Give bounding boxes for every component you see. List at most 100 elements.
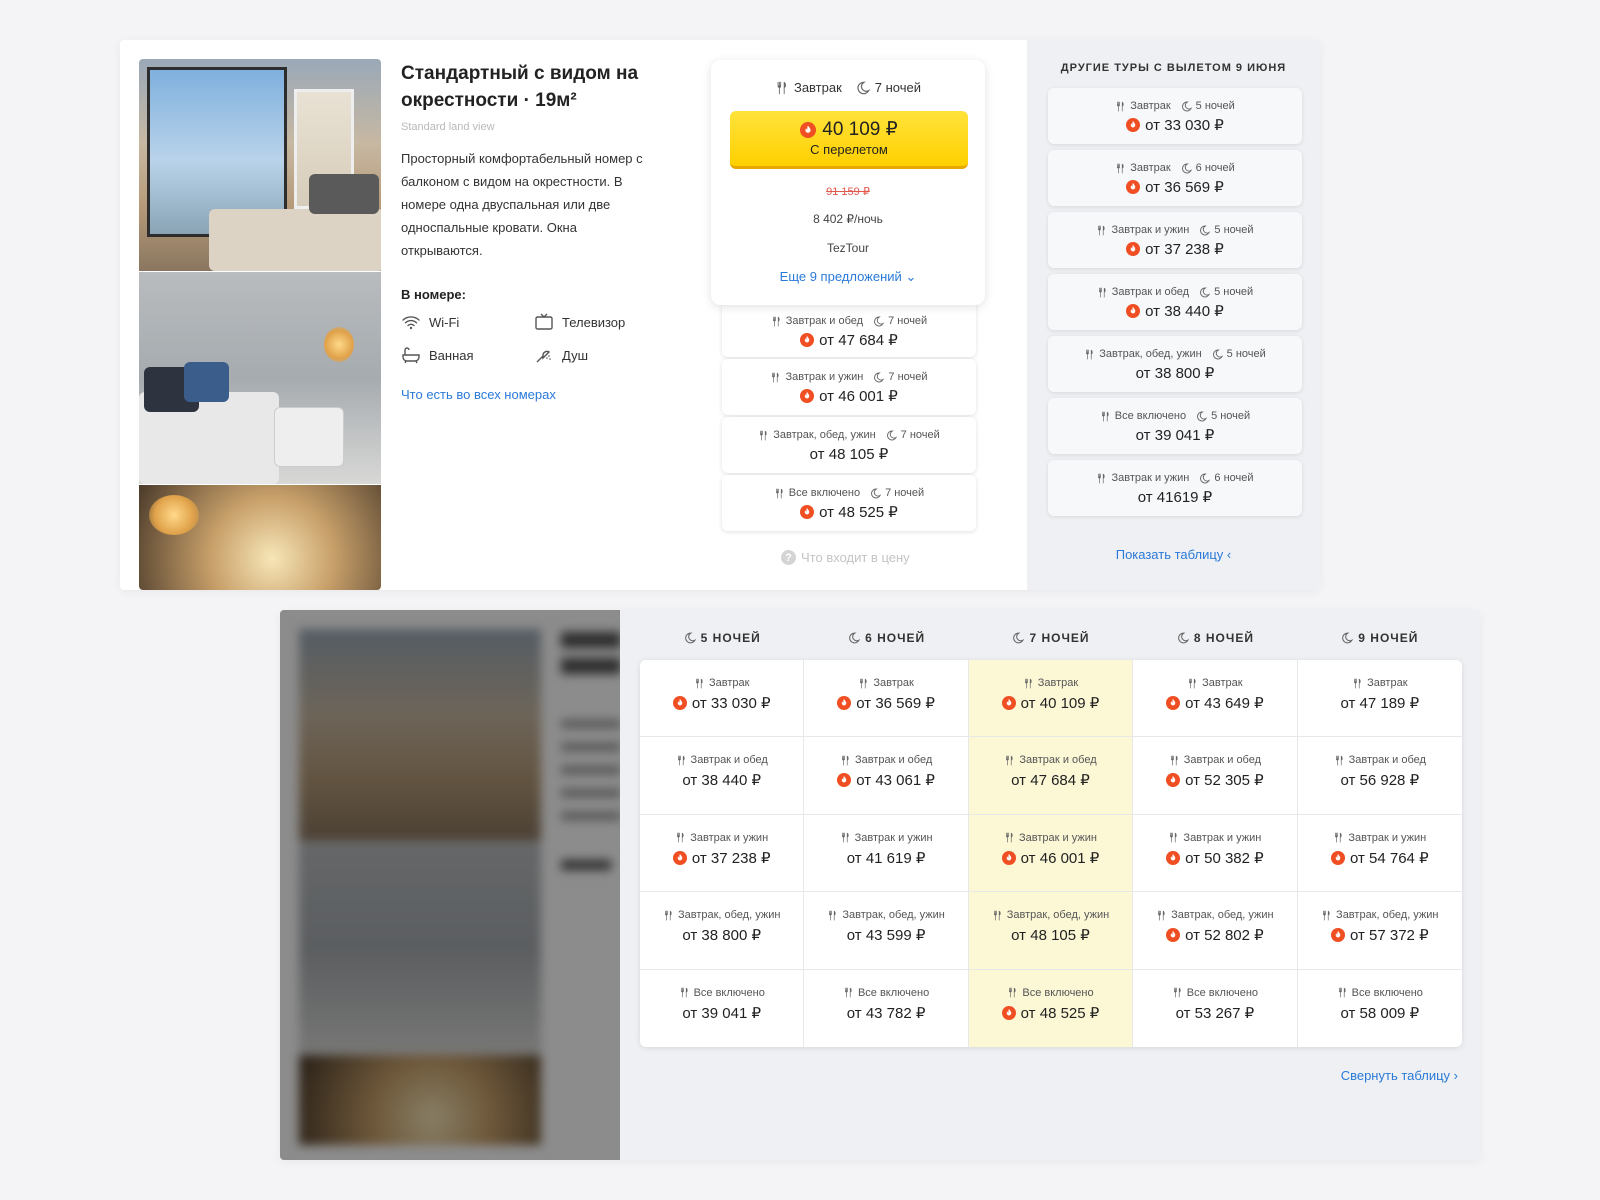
price-cell[interactable]: Все включено от 53 267 ₽ — [1133, 969, 1298, 1047]
amenity-label: Телевизор — [562, 314, 626, 330]
nights-header: 8 НОЧЕЙ — [1133, 631, 1297, 645]
price-cell[interactable]: Завтрак, обед, ужин от 52 802 ₽ — [1133, 892, 1298, 970]
moon-icon — [856, 81, 870, 95]
offer-price: от 46 001 ₽ — [819, 388, 898, 405]
tour-price: от 39 041 ₽ — [1135, 427, 1215, 444]
meal-icon — [992, 910, 1003, 921]
meal-label: Завтрак и обед — [1348, 754, 1426, 767]
cell-price: от 33 030 ₽ — [691, 695, 771, 712]
price-cell[interactable]: Завтрак и обед от 38 440 ₽ — [640, 737, 805, 815]
price-cell[interactable]: Завтрак и ужин от 54 764 ₽ — [1297, 815, 1462, 893]
other-tour-card[interactable]: Завтрак, обед, ужин 5 ночей от 38 800 ₽ — [1048, 336, 1302, 392]
other-tour-card[interactable]: Все включено 5 ночей от 39 041 ₽ — [1048, 398, 1302, 454]
offer-card[interactable]: Завтрак и ужин 7 ночей от 46 001 ₽ — [722, 359, 976, 415]
price-cell[interactable]: Все включено от 58 009 ₽ — [1298, 970, 1462, 1047]
collapse-table-link[interactable]: Свернуть таблицу › — [1341, 1068, 1458, 1083]
meal-icon — [1337, 987, 1348, 998]
cell-price: от 36 569 ₽ — [856, 695, 935, 712]
old-price: 91 159 ₽ — [826, 186, 870, 198]
more-offers-link[interactable]: Еще 9 предложений ⌄ — [711, 269, 985, 285]
shower-icon — [536, 350, 551, 363]
whats-included-link[interactable]: ? Что входит в цену — [781, 550, 910, 565]
all-rooms-link[interactable]: Что есть во всех номерах — [401, 387, 556, 402]
nights-header: 7 НОЧЕЙ — [969, 631, 1133, 645]
room-photo-2[interactable] — [139, 272, 381, 484]
meal-label: Завтрак — [793, 80, 842, 95]
price-cell[interactable]: Завтрак от 47 189 ₽ — [1297, 660, 1462, 738]
price-cell[interactable]: Завтрак от 43 649 ₽ — [1133, 660, 1298, 738]
price-cell[interactable]: Завтрак, обед, ужин от 48 105 ₽ — [968, 892, 1134, 970]
other-tour-card[interactable]: Завтрак и ужин 5 ночей от 37 238 ₽ — [1048, 212, 1302, 268]
meal-label: Завтрак и ужин — [854, 831, 933, 844]
price-cell[interactable]: Завтрак, обед, ужин от 38 800 ₽ — [640, 892, 805, 970]
meal-icon — [679, 987, 690, 998]
meal-label: Завтрак и ужин — [1348, 831, 1427, 844]
price-cell[interactable]: Все включено от 48 525 ₽ — [968, 969, 1134, 1047]
meal-icon — [1100, 411, 1111, 422]
price-cell[interactable]: Завтрак и ужин от 46 001 ₽ — [968, 814, 1134, 893]
cell-price: от 48 105 ₽ — [1011, 927, 1090, 945]
meal-label: Все включено — [1351, 986, 1423, 999]
price-cell[interactable]: Завтрак от 33 030 ₽ — [640, 660, 805, 738]
room-photo-3[interactable] — [139, 485, 381, 590]
room-subtitle: Standard land view — [401, 121, 495, 133]
cell-price: от 43 599 ₽ — [846, 927, 926, 945]
moon-icon — [1199, 287, 1210, 298]
other-tour-card[interactable]: Завтрак и ужин 6 ночей от 41619 ₽ — [1048, 460, 1302, 516]
tour-price: от 37 238 ₽ — [1145, 241, 1224, 258]
price-cell[interactable]: Завтрак и обед от 47 684 ₽ — [968, 737, 1134, 815]
meal-label: Завтрак и ужин — [690, 831, 769, 844]
nights-label: 5 ночей — [1226, 348, 1266, 360]
other-tour-card[interactable]: Завтрак 6 ночей от 36 569 ₽ — [1048, 150, 1302, 206]
meal-icon — [775, 81, 789, 95]
price-cell[interactable]: Завтрак и ужин от 50 382 ₽ — [1133, 814, 1298, 893]
price-value: 40 109 ₽ — [822, 119, 898, 140]
hot-deal-icon — [1126, 304, 1140, 318]
room-card: Стандартный с видом на окрестности · 19м… — [120, 40, 1320, 590]
price-cell[interactable]: Завтрак, обед, ужин от 43 599 ₽ — [804, 892, 969, 970]
nights-label: 5 ночей — [1214, 286, 1254, 298]
offer-card[interactable]: Завтрак, обед, ужин 7 ночей от 48 105 ₽ — [722, 417, 976, 473]
hot-deal-icon — [837, 773, 851, 787]
other-tour-card[interactable]: Завтрак 5 ночей от 33 030 ₽ — [1048, 88, 1302, 144]
main-offer-card: Завтрак 7 ночей 40 109 ₽ С перелетом 91 … — [711, 60, 985, 305]
offer-card[interactable]: Завтрак и обед 7 ночей от 47 684 ₽ — [722, 301, 976, 357]
price-cell[interactable]: Завтрак и обед от 56 928 ₽ — [1297, 737, 1462, 815]
other-tour-card[interactable]: Завтрак и обед 5 ночей от 38 440 ₽ — [1048, 274, 1302, 330]
hot-deal-icon — [800, 122, 816, 138]
meal-icon — [1156, 910, 1167, 921]
amenity-label: Wi-Fi — [429, 314, 460, 330]
book-price-button[interactable]: 40 109 ₽ С перелетом — [730, 111, 968, 169]
price-cell[interactable]: Завтрак и ужин от 37 238 ₽ — [640, 814, 805, 893]
price-cell[interactable]: Завтрак от 36 569 ₽ — [804, 660, 969, 738]
cell-price: от 40 109 ₽ — [1020, 695, 1100, 712]
room-photos[interactable] — [139, 59, 381, 590]
meal-icon — [1004, 755, 1015, 766]
price-cell[interactable]: Все включено от 43 782 ₽ — [804, 969, 969, 1047]
price-cell[interactable]: Завтрак от 40 109 ₽ — [968, 660, 1134, 738]
show-table-link[interactable]: Показать таблицу ‹ — [1027, 547, 1320, 562]
nights-label: 7 ночей — [885, 487, 925, 499]
room-photo-1[interactable] — [139, 59, 381, 271]
price-cell[interactable]: Все включено от 39 041 ₽ — [640, 969, 805, 1047]
cell-price: от 47 189 ₽ — [1340, 695, 1420, 712]
meal-label: Завтрак и обед — [1019, 754, 1097, 767]
price-cell[interactable]: Завтрак и ужин от 41 619 ₽ — [804, 814, 969, 893]
cell-price: от 47 684 ₽ — [1011, 772, 1090, 790]
offer-card[interactable]: Все включено 7 ночей от 48 525 ₽ — [722, 475, 976, 531]
price-cell[interactable]: Завтрак и обед от 52 305 ₽ — [1133, 737, 1298, 815]
more-offers-label: Еще 9 предложений — [779, 269, 902, 284]
nights-header-row: 5 НОЧЕЙ 6 НОЧЕЙ 7 НОЧЕЙ 8 НОЧЕЙ 9 НОЧЕЙ — [640, 631, 1462, 645]
price-cell[interactable]: Завтрак и обед от 43 061 ₽ — [804, 737, 969, 815]
nights-label: 7 ночей — [888, 371, 928, 383]
hot-deal-icon — [1331, 928, 1345, 942]
nights-label: 5 ночей — [1214, 224, 1254, 236]
meal-icon — [1187, 678, 1198, 689]
price-cell[interactable]: Завтрак, обед, ужин от 57 372 ₽ — [1297, 892, 1462, 970]
hot-deal-icon — [800, 389, 814, 403]
hot-deal-icon — [1126, 180, 1140, 194]
hot-deal-icon — [673, 696, 687, 710]
moon-icon — [1199, 473, 1210, 484]
meal-label: Завтрак и обед — [1111, 286, 1190, 298]
nights-label: 7 ночей — [888, 315, 928, 327]
